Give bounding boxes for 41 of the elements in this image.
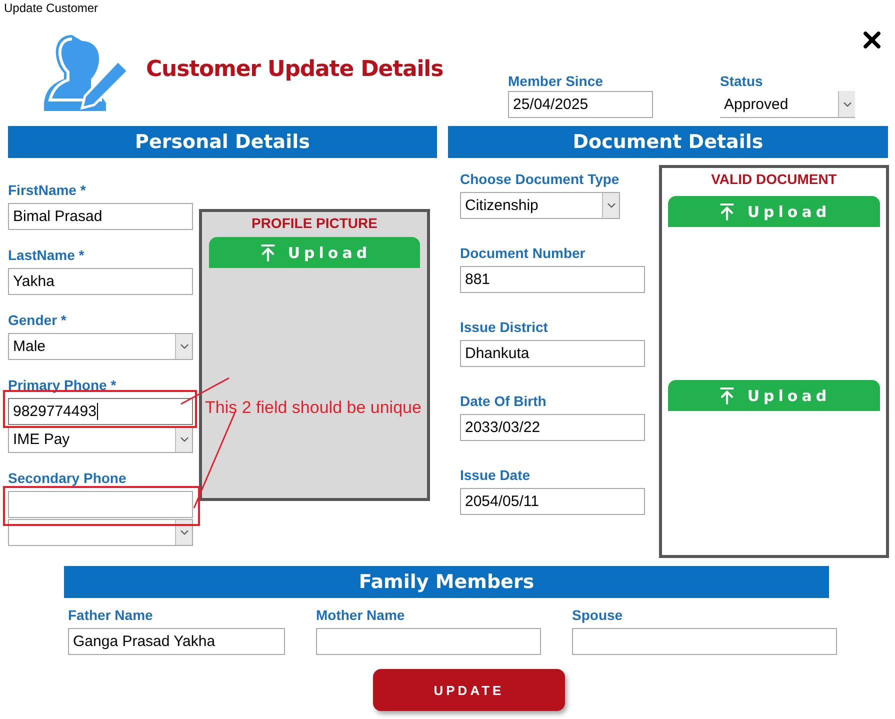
field-label: Choose Document Type: [460, 171, 620, 189]
text-field[interactable]: 2054/05/11: [460, 488, 645, 515]
dropdown[interactable]: IME Pay: [8, 426, 193, 453]
text-field[interactable]: 9829774493: [8, 398, 193, 425]
text-field[interactable]: Yakha: [8, 268, 193, 295]
field-label: Mother Name: [316, 607, 406, 625]
text-field[interactable]: 2033/03/22: [460, 414, 645, 441]
text-field[interactable]: Ganga Prasad Yakha: [68, 628, 285, 655]
dropdown[interactable]: [8, 519, 193, 546]
date-field[interactable]: 25/04/2025: [508, 91, 653, 118]
field-label: Date Of Birth: [460, 393, 548, 411]
section-header: Document Details: [448, 126, 888, 158]
text-field[interactable]: [316, 628, 541, 655]
field-label: Primary Phone *: [8, 377, 118, 395]
text-field[interactable]: 881: [460, 266, 645, 293]
dropdown[interactable]: Approved: [720, 91, 855, 118]
text-field[interactable]: Bimal Prasad: [8, 203, 193, 230]
window-title: Update Customer: [3, 0, 100, 17]
field-label: Secondary Phone: [8, 470, 128, 488]
update-button[interactable]: UPDATE: [373, 669, 565, 711]
field-label: LastName *: [8, 247, 86, 265]
panel-title: VALID DOCUMENT: [711, 171, 837, 189]
field-label: Father Name: [68, 607, 154, 625]
field-label: Issue Date: [460, 467, 532, 485]
field-label: Member Since: [508, 73, 604, 91]
page-title: Customer Update Details: [146, 57, 444, 82]
text-field[interactable]: Dhankuta: [460, 340, 645, 367]
field-label: Issue District: [460, 319, 549, 337]
panel-title: PROFILE PICTURE: [251, 215, 378, 233]
field-label: Document Number: [460, 245, 586, 263]
field-label: Spouse: [572, 607, 624, 625]
section-header: Personal Details: [8, 126, 437, 158]
section-header: Family Members: [64, 566, 829, 598]
annotation-text: This 2 field should be unique: [205, 398, 422, 418]
text-field[interactable]: [572, 628, 837, 655]
field-label: Status: [720, 73, 764, 91]
text-field[interactable]: [8, 491, 193, 518]
field-label: FirstName *: [8, 182, 87, 200]
field-label: Gender *: [8, 312, 68, 330]
dropdown[interactable]: Citizenship: [460, 192, 620, 219]
dropdown[interactable]: Male: [8, 333, 193, 360]
